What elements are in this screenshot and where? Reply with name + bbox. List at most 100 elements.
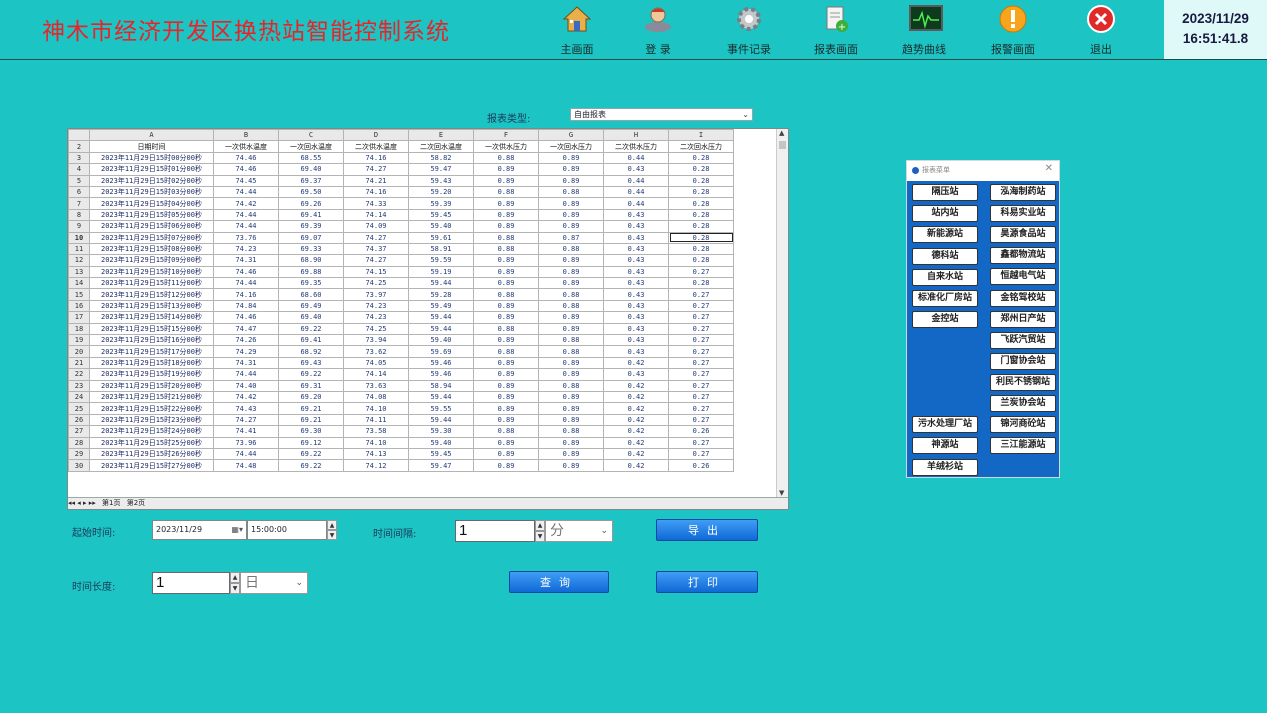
table-cell[interactable]: 2023年11月29日15时02分00秒 — [89, 174, 214, 187]
table-cell[interactable]: 59.44 — [408, 277, 474, 290]
column-letter[interactable]: C — [278, 129, 344, 142]
table-cell[interactable]: 74.23 — [343, 311, 409, 324]
column-letter[interactable]: H — [603, 129, 669, 142]
table-cell[interactable]: 0.28 — [668, 185, 734, 199]
table-cell[interactable]: 0.88 — [473, 151, 539, 165]
table-cell[interactable]: 59.30 — [408, 425, 474, 438]
table-cell[interactable]: 2023年11月29日15时07分00秒 — [89, 231, 214, 244]
row-number[interactable]: 6 — [68, 185, 90, 199]
table-cell[interactable]: 59.44 — [408, 390, 474, 404]
table-cell[interactable]: 74.46 — [213, 265, 279, 279]
table-cell[interactable]: 59.40 — [408, 436, 474, 449]
table-cell[interactable]: 0.28 — [668, 220, 734, 233]
table-cell[interactable]: 69.12 — [278, 436, 344, 449]
table-cell[interactable]: 73.62 — [343, 345, 409, 358]
table-cell[interactable]: 0.88 — [473, 185, 539, 199]
table-cell[interactable]: 59.45 — [408, 447, 474, 461]
table-cell[interactable]: 69.07 — [278, 231, 344, 244]
table-cell[interactable]: 0.42 — [603, 436, 669, 449]
station-button[interactable]: 利民不锈钢站 — [990, 373, 1056, 391]
row-number[interactable]: 14 — [68, 277, 90, 290]
row-number[interactable]: 8 — [68, 208, 90, 222]
table-cell[interactable]: 74.40 — [213, 379, 279, 393]
table-cell[interactable]: 0.44 — [603, 174, 669, 187]
table-cell[interactable]: 0.43 — [603, 277, 669, 290]
table-cell[interactable]: 0.28 — [668, 277, 734, 290]
table-cell[interactable]: 59.43 — [408, 174, 474, 187]
table-cell[interactable]: 59.28 — [408, 288, 474, 301]
table-cell[interactable]: 2023年11月29日15时01分00秒 — [89, 163, 214, 176]
table-cell[interactable]: 2023年11月29日15时13分00秒 — [89, 299, 214, 313]
row-number[interactable]: 10 — [68, 231, 90, 244]
table-cell[interactable]: 73.94 — [343, 334, 409, 347]
table-cell[interactable]: 0.89 — [538, 402, 604, 415]
table-cell[interactable]: 68.90 — [278, 254, 344, 267]
table-cell[interactable]: 74.44 — [213, 368, 279, 381]
station-button[interactable]: 羊绒衫站 — [912, 459, 978, 476]
table-cell[interactable]: 69.37 — [278, 174, 344, 187]
table-cell[interactable]: 0.88 — [473, 425, 539, 438]
table-cell[interactable]: 74.45 — [213, 174, 279, 187]
table-cell[interactable]: 59.44 — [408, 311, 474, 324]
tab-page-2[interactable]: 第2页 — [127, 499, 145, 507]
table-cell[interactable]: 0.43 — [603, 288, 669, 301]
station-button[interactable]: 站内站 — [912, 205, 978, 222]
table-cell[interactable]: 0.28 — [668, 174, 734, 187]
station-button[interactable]: 三江能源站 — [990, 437, 1056, 455]
table-cell[interactable]: 59.44 — [408, 322, 474, 336]
table-cell[interactable]: 0.43 — [603, 220, 669, 233]
report-spreadsheet[interactable]: A B C D E F G H I 2 日期时间 一次供水温度 一次回水温度 二次供水温度 二次回水温度 一次… — [67, 128, 789, 510]
station-button[interactable]: 恒越电气站 — [990, 268, 1056, 286]
table-cell[interactable]: 0.89 — [538, 368, 604, 381]
table-cell[interactable]: 74.31 — [213, 254, 279, 267]
table-cell[interactable]: 59.47 — [408, 459, 474, 472]
column-header[interactable]: 二次供水压力 — [603, 140, 669, 153]
table-cell[interactable]: 0.88 — [473, 345, 539, 358]
station-button[interactable]: 新能源站 — [912, 226, 978, 243]
table-cell[interactable]: 0.89 — [473, 163, 539, 176]
table-cell[interactable]: 0.89 — [538, 311, 604, 324]
close-icon[interactable]: ✕ — [1045, 163, 1053, 174]
scroll-down-icon[interactable]: ▼ — [779, 489, 784, 497]
table-cell[interactable]: 0.89 — [473, 459, 539, 472]
table-cell[interactable]: 74.27 — [213, 413, 279, 427]
table-cell[interactable]: 74.44 — [213, 185, 279, 199]
table-cell[interactable]: 0.88 — [473, 242, 539, 256]
station-button[interactable]: 飞跃汽贸站 — [990, 331, 1056, 349]
table-cell[interactable]: 74.46 — [213, 151, 279, 165]
table-cell[interactable]: 0.89 — [538, 413, 604, 427]
table-cell[interactable]: 0.89 — [538, 220, 604, 233]
table-cell[interactable]: 0.27 — [668, 322, 734, 336]
table-cell[interactable]: 73.63 — [343, 379, 409, 393]
table-cell[interactable]: 0.89 — [473, 368, 539, 381]
nav-home[interactable]: 主画面 — [542, 4, 612, 56]
table-cell[interactable]: 59.45 — [408, 208, 474, 222]
table-cell[interactable]: 0.43 — [603, 334, 669, 347]
station-button[interactable]: 标准化厂房站 — [912, 290, 978, 307]
length-up-icon[interactable]: ▲ — [230, 572, 240, 583]
table-cell[interactable]: 69.88 — [278, 265, 344, 279]
table-cell[interactable]: 74.09 — [343, 220, 409, 233]
row-number[interactable]: 4 — [68, 163, 90, 176]
table-cell[interactable]: 69.20 — [278, 390, 344, 404]
table-cell[interactable]: 2023年11月29日15时15分00秒 — [89, 322, 214, 336]
table-cell[interactable]: 0.43 — [603, 345, 669, 358]
table-cell[interactable]: 0.89 — [473, 402, 539, 415]
table-cell[interactable]: 0.88 — [538, 299, 604, 313]
station-button[interactable]: 昊源食品站 — [990, 226, 1056, 244]
column-header[interactable]: 二次回水温度 — [408, 140, 474, 153]
table-cell[interactable]: 69.21 — [278, 402, 344, 415]
station-button[interactable]: 锦河商砼站 — [990, 416, 1056, 434]
row-number[interactable]: 15 — [68, 288, 90, 301]
table-cell[interactable]: 68.60 — [278, 288, 344, 301]
table-cell[interactable]: 0.89 — [473, 311, 539, 324]
table-cell[interactable]: 74.14 — [343, 208, 409, 222]
table-cell[interactable]: 69.33 — [278, 242, 344, 256]
table-cell[interactable]: 59.61 — [408, 231, 474, 244]
table-cell[interactable]: 0.28 — [668, 254, 734, 267]
table-cell[interactable]: 74.46 — [213, 163, 279, 176]
table-cell[interactable]: 0.43 — [603, 299, 669, 313]
table-cell[interactable]: 74.44 — [213, 447, 279, 461]
table-cell[interactable]: 0.42 — [603, 402, 669, 415]
nav-trend[interactable]: 趋势曲线 — [889, 4, 959, 56]
